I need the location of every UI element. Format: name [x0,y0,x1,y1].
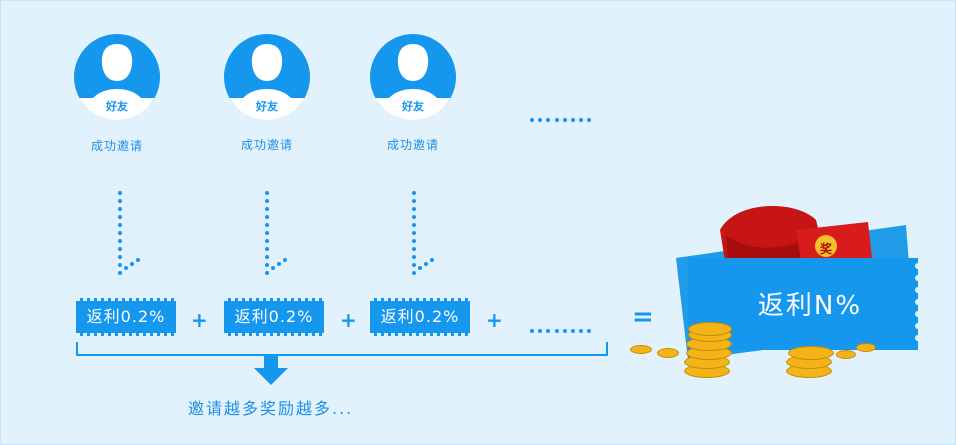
friend-avatar-2: 好友 [224,34,310,120]
friend-status: 成功邀请 [240,138,293,152]
friend-tag: 好友 [224,98,310,120]
rebate-ticket: 返利0.2% [76,298,176,336]
envelope-badge: 奖 [819,242,832,256]
result-label: 返利N% [757,291,863,321]
friend-avatar-1: 好友 [74,34,160,120]
more-friends-ellipsis [530,107,596,122]
rebate-ticket: 返利0.2% [224,298,324,336]
dotted-down-arrow-icon [412,191,434,275]
plus-sign: + [191,308,208,332]
friend-tag: 好友 [74,98,160,120]
more-rebates-ellipsis [530,318,596,333]
equals-sign: = [632,302,654,332]
rebate-ticket: 返利0.2% [370,298,470,336]
friend-avatar-3: 好友 [370,34,456,120]
friend-status: 成功邀请 [90,139,143,153]
dotted-down-arrow-icon [118,191,140,275]
plus-sign: + [340,308,357,332]
sum-bracket [76,342,608,356]
friend-status: 成功邀请 [386,138,439,152]
slogan: 邀请越多奖励越多... [188,399,354,418]
down-arrow-icon [254,354,288,385]
dotted-down-arrow-icon [265,191,287,275]
referral-infographic: 好友 好友 好友 成功邀请 成功邀请 成功邀请 返利0.2% + 返利0.2% … [0,0,956,445]
friend-tag: 好友 [370,98,456,120]
plus-sign: + [486,308,503,332]
